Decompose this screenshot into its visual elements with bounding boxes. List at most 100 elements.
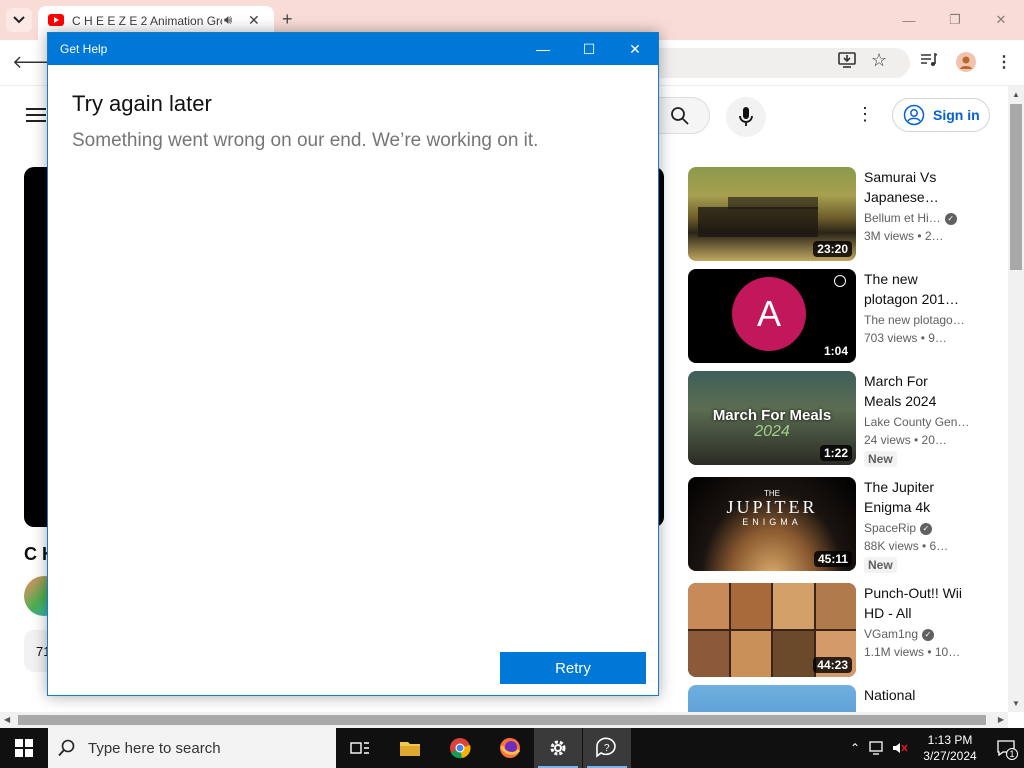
media-controls-icon[interactable] — [920, 52, 938, 73]
video-thumbnail[interactable]: 44:23 — [688, 583, 856, 677]
vertical-scroll-thumb[interactable] — [1010, 104, 1022, 270]
video-thumbnail[interactable]: A 1:04 — [688, 269, 856, 363]
video-title[interactable]: Punch-Out!! Wii HD - All Bosse… — [864, 583, 968, 623]
new-badge: New — [864, 557, 897, 573]
channel-name[interactable]: SpaceRip ✓ — [864, 521, 974, 535]
close-icon[interactable]: ✕ — [978, 0, 1024, 40]
avatar-letter-icon: A — [732, 277, 806, 351]
channel-name[interactable]: Bellum et Hi… ✓ — [864, 211, 974, 225]
thumbnail-subtitle: ENIGMA — [742, 517, 802, 527]
video-meta: 24 views • 20… — [864, 433, 947, 447]
browser-window-controls: — ❐ ✕ — [886, 0, 1024, 40]
video-title[interactable]: Samurai Vs Japanese… — [864, 167, 968, 207]
get-help-window: Get Help — ☐ ✕ Try again later Something… — [47, 32, 659, 696]
youtube-search-button[interactable] — [650, 97, 710, 134]
search-icon — [58, 739, 75, 757]
new-tab-button[interactable]: + — [282, 9, 293, 30]
install-app-icon[interactable] — [838, 52, 856, 73]
chevron-up-icon[interactable]: ⌃ — [844, 741, 866, 755]
video-meta: 1.1M views • 10… — [864, 645, 961, 659]
tab-search-button[interactable] — [6, 8, 32, 32]
chrome-icon — [450, 738, 471, 759]
chrome-taskbar-button[interactable] — [436, 728, 484, 768]
horizontal-scroll-thumb[interactable] — [18, 715, 986, 725]
network-icon[interactable] — [866, 741, 888, 755]
window-titlebar[interactable]: Get Help — ☐ ✕ — [48, 33, 658, 65]
scroll-down-icon[interactable]: ▼ — [1012, 699, 1020, 708]
video-title[interactable]: National — [864, 685, 968, 712]
folder-icon — [400, 742, 420, 756]
system-tray: ⌃ 1:13 PM 3/27/2024 1 — [844, 728, 1024, 768]
channel-name[interactable]: The new plotago… — [864, 313, 974, 327]
notification-center-icon[interactable]: 1 — [988, 740, 1024, 760]
error-heading: Try again later — [72, 91, 212, 116]
scroll-up-icon[interactable]: ▲ — [1012, 90, 1020, 99]
verified-badge-icon: ✓ — [920, 522, 933, 535]
sign-in-label: Sign in — [933, 107, 980, 123]
restore-icon[interactable]: ❐ — [932, 0, 978, 40]
search-icon — [670, 106, 689, 125]
windows-taskbar: Type here to search ? ⌃ 1:13 PM 3/27/202… — [0, 728, 1024, 768]
minimize-icon[interactable]: — — [886, 0, 932, 40]
bookmark-star-icon[interactable]: ☆ — [871, 50, 887, 71]
task-view-button[interactable] — [336, 728, 384, 768]
thumbnail-caption: March For Meals — [712, 407, 832, 424]
profile-avatar[interactable] — [956, 52, 976, 72]
close-button[interactable]: ✕ — [612, 33, 658, 65]
video-thumbnail[interactable] — [688, 685, 856, 712]
retry-button[interactable]: Retry — [500, 652, 646, 684]
scroll-left-icon[interactable]: ◀ — [4, 715, 10, 724]
video-duration: 1:04 — [819, 343, 852, 359]
account-circle-icon — [903, 104, 925, 126]
clock[interactable]: 1:13 PM 3/27/2024 — [912, 732, 988, 764]
horizontal-scrollbar[interactable]: ◀ ▶ — [0, 712, 1008, 728]
thumbnail-title: JUPITER — [726, 497, 818, 517]
search-placeholder: Type here to search — [88, 739, 221, 757]
recommendation-item[interactable]: National — [688, 685, 988, 712]
close-tab-button[interactable]: ✕ — [248, 12, 260, 29]
task-view-icon — [350, 742, 369, 754]
video-title[interactable]: The new plotagon 201… — [864, 269, 968, 309]
recommendation-item[interactable]: 23:20 Samurai Vs Japanese… Bellum et Hi…… — [688, 167, 988, 263]
speaker-icon[interactable]: 🔊︎ — [224, 12, 232, 28]
video-title[interactable]: March For Meals 2024 — [864, 371, 968, 411]
video-meta: 3M views • 2… — [864, 229, 944, 243]
recommendation-item[interactable]: A 1:04 The new plotagon 201… The new plo… — [688, 269, 988, 365]
channel-name[interactable]: Lake County Gen… — [864, 415, 974, 429]
microphone-icon — [739, 107, 753, 126]
scroll-right-icon[interactable]: ▶ — [998, 715, 1004, 724]
chrome-menu-icon[interactable]: ⋮ — [996, 52, 1012, 72]
file-explorer-button[interactable] — [386, 728, 434, 768]
minimize-button[interactable]: — — [520, 33, 566, 65]
video-thumbnail[interactable]: March For Meals 2024 1:22 — [688, 371, 856, 465]
video-duration: 44:23 — [813, 657, 852, 673]
taskbar-search-box[interactable]: Type here to search — [48, 728, 336, 768]
clock-date: 3/27/2024 — [923, 749, 977, 763]
settings-more-icon[interactable]: ⋮ — [856, 104, 874, 125]
error-message: Something went wrong on our end. We’re w… — [72, 130, 539, 151]
channel-name[interactable]: VGam1ng ✓ — [864, 627, 974, 641]
sign-in-button[interactable]: Sign in — [892, 98, 990, 132]
recommendation-item[interactable]: THE JUPITER ENIGMA 45:11 The Jupiter Eni… — [688, 477, 988, 573]
clock-time: 1:13 PM — [927, 733, 973, 747]
verified-badge-icon: ✓ — [944, 212, 957, 225]
maximize-button[interactable]: ☐ — [566, 33, 612, 65]
start-button[interactable] — [0, 728, 48, 768]
firefox-taskbar-button[interactable] — [486, 728, 534, 768]
video-thumbnail[interactable]: 23:20 — [688, 167, 856, 261]
gear-icon — [550, 740, 566, 756]
video-duration: 45:11 — [813, 551, 852, 567]
hamburger-menu-icon[interactable] — [26, 104, 46, 126]
window-title: Get Help — [60, 42, 108, 56]
recommendation-item[interactable]: March For Meals 2024 1:22 March For Meal… — [688, 371, 988, 467]
video-title[interactable]: The Jupiter Enigma 4k — [864, 477, 968, 517]
vertical-scrollbar[interactable]: ▲ ▼ — [1008, 86, 1024, 712]
window-controls: — ☐ ✕ — [520, 33, 658, 65]
volume-muted-icon[interactable] — [888, 741, 912, 755]
voice-search-button[interactable] — [726, 97, 766, 137]
video-thumbnail[interactable]: THE JUPITER ENIGMA 45:11 — [688, 477, 856, 571]
firefox-icon — [500, 738, 521, 758]
settings-taskbar-button[interactable] — [534, 728, 582, 768]
recommendation-item[interactable]: 44:23 Punch-Out!! Wii HD - All Bosse… VG… — [688, 583, 988, 679]
get-help-taskbar-button[interactable]: ? — [583, 728, 631, 768]
